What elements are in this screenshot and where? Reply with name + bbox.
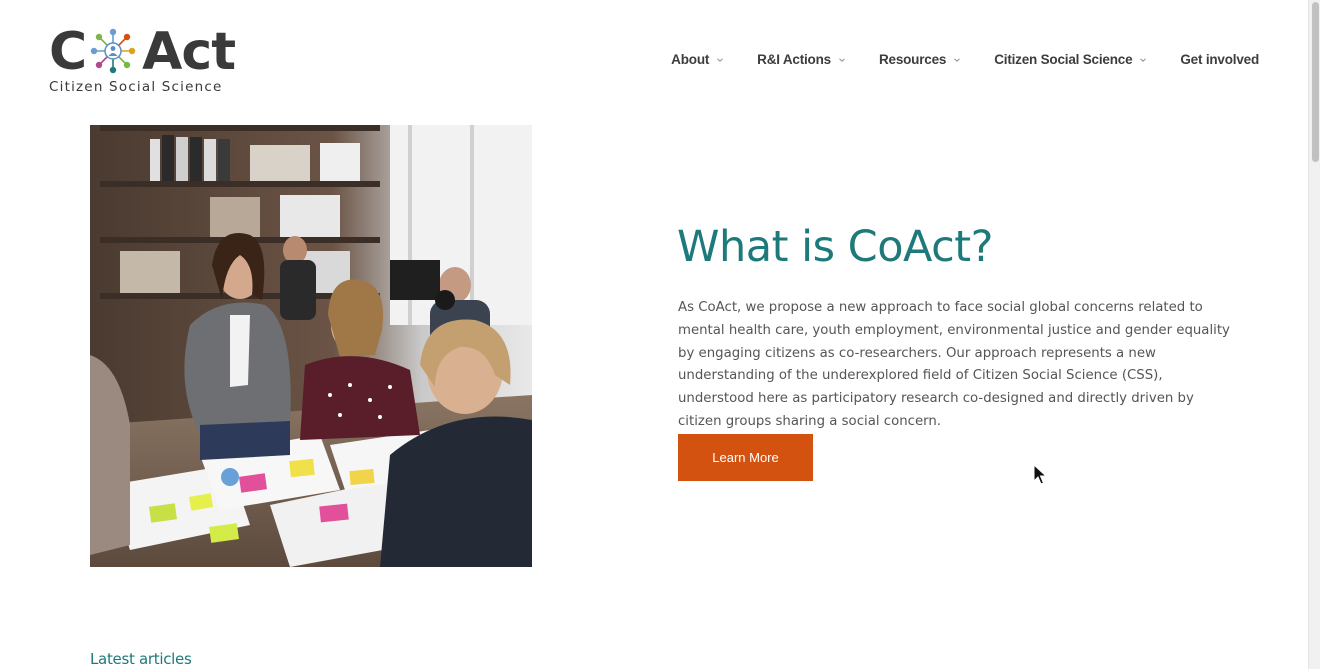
nav-item-resources[interactable]: Resources <box>879 52 961 67</box>
chevron-down-icon <box>1140 57 1147 62</box>
logo-letters-act: Act <box>142 22 236 82</box>
nav-item-ri-actions[interactable]: R&I Actions <box>757 52 846 67</box>
nav-item-label: Get involved <box>1180 52 1259 67</box>
site-header: C Act Citizen Social Science About R&I A… <box>0 0 1308 110</box>
nav-item-label: Citizen Social Science <box>994 52 1133 67</box>
logo-tagline: Citizen Social Science <box>49 79 223 95</box>
logo-letter-c: C <box>49 22 87 82</box>
latest-articles-heading: Latest articles <box>90 650 192 668</box>
main-nav: About R&I Actions Resources Citizen Soci… <box>638 52 1259 67</box>
network-hub-icon <box>86 26 142 78</box>
hero-title: What is CoAct? <box>677 222 993 272</box>
nav-item-label: R&I Actions <box>757 52 831 67</box>
nav-item-citizen-social-science[interactable]: Citizen Social Science <box>994 52 1147 67</box>
logo-wordmark: C Act <box>49 22 236 82</box>
learn-more-button[interactable]: Learn More <box>678 434 813 481</box>
nav-item-get-involved[interactable]: Get involved <box>1180 52 1259 67</box>
mouse-cursor-icon <box>1033 464 1047 485</box>
nav-item-label: Resources <box>878 52 947 67</box>
nav-item-about[interactable]: About <box>671 52 724 67</box>
scrollbar-thumb[interactable] <box>1312 2 1319 162</box>
nav-item-label: About <box>671 52 710 67</box>
chevron-down-icon <box>717 57 724 62</box>
chevron-down-icon <box>839 57 845 62</box>
chevron-down-icon <box>954 57 961 62</box>
vertical-scrollbar[interactable] <box>1308 0 1320 669</box>
coact-logo[interactable]: C Act Citizen Social Science <box>49 26 249 98</box>
hero-description: As CoAct, we propose a new approach to f… <box>678 300 1230 429</box>
hero-photo-team-meeting <box>90 125 532 567</box>
